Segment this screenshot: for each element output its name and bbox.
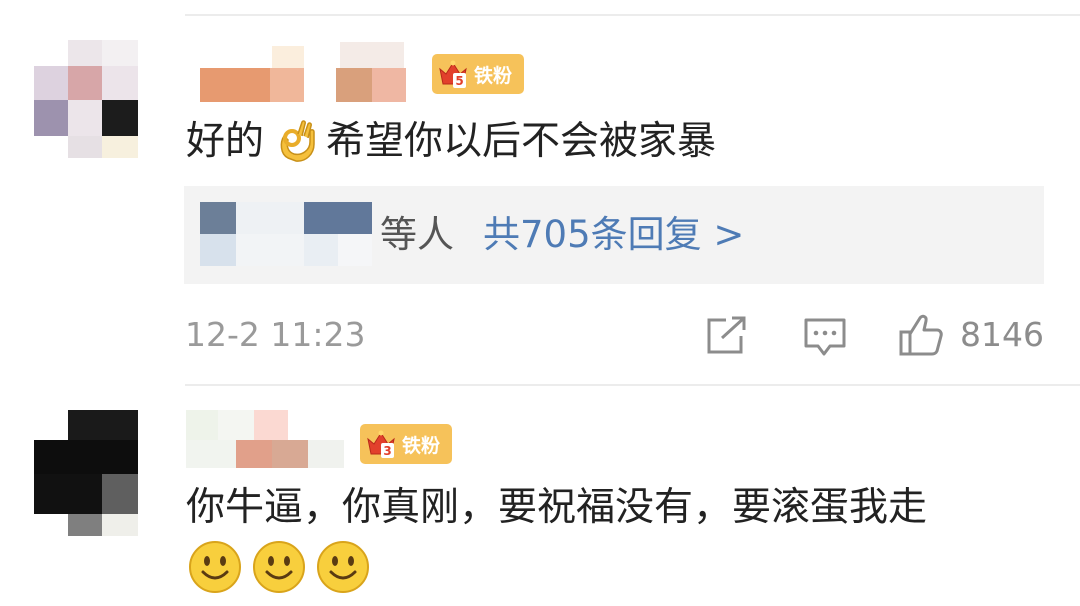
crown-icon: 5	[436, 57, 470, 91]
comment-text-part: 你牛逼，你真刚，要祝福没有，要滚蛋我走	[186, 485, 928, 530]
fan-badge[interactable]: 5 铁粉	[432, 54, 524, 94]
smile-emoji	[316, 540, 370, 598]
emoji-row	[188, 540, 370, 598]
smile-emoji	[188, 540, 242, 598]
avatar[interactable]	[34, 410, 138, 536]
ok-hand-emoji	[274, 118, 320, 164]
fan-badge[interactable]: 3 铁粉	[360, 424, 452, 464]
comment-feed: 5 铁粉 好的 希望你以后不会被家暴 等人 共705条回复 > 12-2 11:…	[0, 0, 1080, 606]
avatar[interactable]	[34, 40, 138, 158]
comment-body: 好的 希望你以后不会被家暴	[186, 118, 716, 164]
comment-text-part: 好的	[186, 118, 265, 164]
timestamp: 12-2 11:23	[185, 315, 366, 354]
thumbs-up-icon[interactable]	[898, 312, 944, 358]
username[interactable]	[200, 42, 420, 102]
smile-emoji	[252, 540, 306, 598]
comment-icon[interactable]	[802, 316, 848, 358]
comment-divider	[185, 384, 1080, 386]
badge-label: 铁粉	[474, 64, 513, 87]
crown-icon: 3	[364, 427, 398, 461]
top-divider	[185, 14, 1080, 16]
replier-names[interactable]	[200, 202, 374, 266]
comment-body: 你牛逼，你真刚，要祝福没有，要滚蛋我走	[186, 488, 927, 527]
share-icon[interactable]	[704, 316, 748, 356]
reply-suffix: 等人	[380, 213, 454, 256]
view-replies-link[interactable]: 共705条回复 >	[483, 216, 744, 253]
badge-level: 5	[455, 74, 463, 88]
badge-label: 铁粉	[402, 434, 441, 457]
comment-text-part: 希望你以后不会被家暴	[326, 118, 717, 164]
like-count: 8146	[960, 315, 1044, 354]
badge-level: 3	[383, 444, 391, 458]
username[interactable]	[186, 410, 356, 468]
